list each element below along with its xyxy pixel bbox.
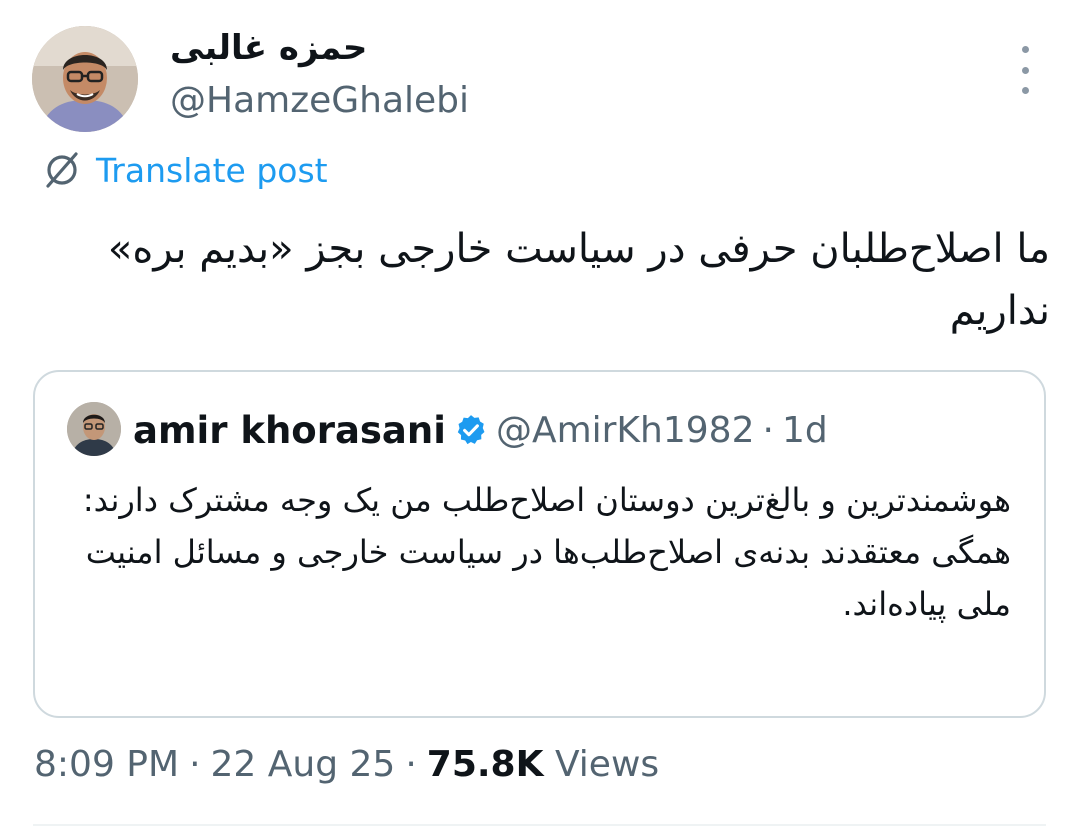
quote-author-name[interactable]: amir khorasani bbox=[133, 409, 446, 452]
divider bbox=[33, 824, 1046, 826]
quote-text: هوشمندترین و بالغ‌ترین دوستان اصلاح‌طلب … bbox=[71, 474, 1011, 630]
more-dot bbox=[1021, 87, 1029, 94]
verified-badge-icon bbox=[457, 415, 485, 445]
quoted-tweet[interactable]: amir khorasani @AmirKh1982 · 1d هوشمندتر… bbox=[33, 370, 1046, 718]
translate-post-link[interactable]: Translate post bbox=[42, 150, 328, 190]
translate-icon bbox=[46, 152, 78, 188]
quote-header: amir khorasani @AmirKh1982 · 1d bbox=[133, 402, 828, 458]
author-avatar[interactable] bbox=[32, 26, 138, 132]
person-avatar-icon bbox=[32, 26, 138, 132]
tweet-meta: 8:09 PM · 22 Aug 25 · 75.8K Views bbox=[34, 744, 659, 785]
meta-separator: · bbox=[405, 744, 417, 785]
author-handle[interactable]: @HamzeGhalebi bbox=[170, 80, 469, 121]
quote-separator: · bbox=[762, 409, 774, 451]
more-dot bbox=[1021, 66, 1029, 74]
quote-paragraph-2: همگی معتقدند بدنه‌ی اصلاح‌طلب‌ها در سیاس… bbox=[75, 533, 1011, 623]
views-label: Views bbox=[554, 744, 660, 785]
tweet-time[interactable]: 8:09 PM bbox=[34, 744, 179, 785]
more-vertical-icon bbox=[1021, 46, 1029, 53]
tweet-date[interactable]: 22 Aug 25 bbox=[211, 744, 396, 785]
views-count: 75.8K bbox=[426, 744, 544, 785]
author-display-name[interactable]: حمزه غالبی bbox=[170, 28, 367, 68]
quote-timestamp[interactable]: 1d bbox=[782, 410, 828, 451]
translate-post-label: Translate post bbox=[96, 150, 328, 190]
quote-paragraph-1: هوشمندترین و بالغ‌ترین دوستان اصلاح‌طلب … bbox=[82, 481, 1011, 519]
quote-person-avatar-icon bbox=[67, 402, 121, 456]
more-options-button[interactable] bbox=[1010, 46, 1040, 94]
quote-author-avatar[interactable] bbox=[67, 402, 121, 456]
quote-author-handle: @AmirKh1982 bbox=[495, 409, 755, 451]
tweet-text: ما اصلاح‌طلبان حرفی در سیاست خارجی بجز «… bbox=[107, 226, 1050, 334]
meta-separator: · bbox=[189, 744, 201, 785]
